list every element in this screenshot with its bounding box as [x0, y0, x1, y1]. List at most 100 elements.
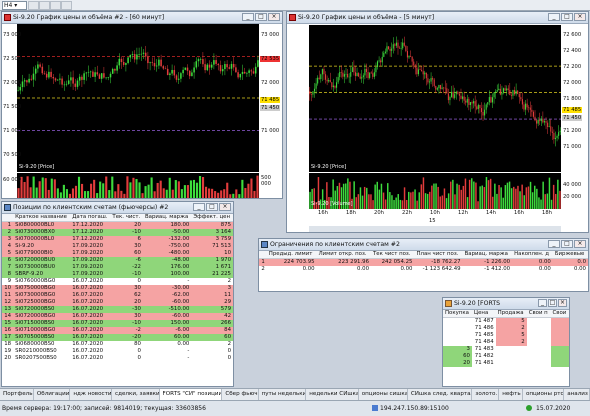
workspace-tab[interactable]: недельки СИшка — [306, 389, 359, 400]
table-row[interactable]: 3 71 483 — [443, 346, 569, 353]
table-row[interactable]: 60 71 482 — [443, 353, 569, 360]
maximize-button[interactable]: □ — [561, 13, 573, 21]
table-row[interactable]: 4 Si-9.20 17.09.2020 30 -750.00 71 513 — [2, 243, 233, 250]
workspace-tab[interactable]: Облигации — [34, 389, 71, 400]
chart-window-5min[interactable]: Si-9.20 График цены и объёма - [5 минут]… — [286, 11, 589, 233]
workspace-tab[interactable]: СИшка след. квартал — [408, 389, 473, 400]
maximize-button[interactable]: □ — [255, 13, 267, 21]
table-row[interactable]: 5 Si0779000BI0 17.09.2020 60 -480.00 10 — [2, 250, 233, 257]
table-row[interactable]: 20 SR0207500BS0 16.07.2020 0 - 0 — [2, 355, 233, 362]
limits-window[interactable]: Ограничения по клиентским счетам #2 _ □ … — [258, 238, 589, 292]
maximize-button[interactable]: □ — [548, 299, 557, 307]
table-row[interactable]: 7 Si0730000BU0 17.09.2020 -22 176.00 1 671 — [2, 264, 233, 271]
column-header[interactable]: Тек чист поз. — [371, 251, 415, 259]
table-row[interactable]: 3 Si0700000BL0 17.12.2020 6 -132.00 3 759 — [2, 236, 233, 243]
workspace-tab[interactable]: анализ — [564, 389, 590, 400]
table-row[interactable]: 1 Si0800000BL0 17.12.2020 20 180.00 875 — [2, 221, 233, 229]
table-row[interactable]: 11 Si0730000BG0 16.07.2020 62 -62.00 11 — [2, 292, 233, 299]
table-row[interactable]: 20 71 481 — [443, 360, 569, 367]
close-button[interactable]: × — [558, 299, 567, 307]
column-header[interactable]: Покупка — [443, 310, 472, 318]
maximize-button[interactable]: □ — [561, 240, 573, 248]
order-book-titlebar[interactable]: Si-9.20 [FORTS _ □ × — [443, 298, 569, 310]
workspace-tab[interactable]: золото. — [472, 389, 500, 400]
column-header[interactable]: Краткое название — [13, 214, 71, 222]
order-book-table[interactable]: Покупка Цена Продажа Свои п Свои 71 487 5… — [443, 310, 569, 367]
minimize-button[interactable]: _ — [538, 299, 547, 307]
chart2-scrollbar[interactable] — [309, 226, 561, 232]
table-row[interactable]: 71 486 2 — [443, 325, 569, 332]
table-row[interactable]: 2 0.00 0.00 0.00 -1 123 642.49 -1 412.00 0.00 0… — [259, 266, 588, 273]
table-row[interactable]: 9 Si0760000BG0 16.07.2020 0 - 2 — [2, 278, 233, 285]
column-header[interactable]: Биржевые — [552, 251, 588, 259]
table-row[interactable]: 10 Si0750000BG0 16.07.2020 30 -30.00 3 — [2, 285, 233, 292]
table-row[interactable]: 6 Si0720000BU0 17.09.2020 -6 -48.00 1 970 — [2, 257, 233, 264]
chart1-titlebar[interactable]: Si-9.20 График цены и объёма #2 - [60 ми… — [2, 12, 282, 24]
toolbar-button-3[interactable] — [50, 1, 61, 10]
column-header[interactable]: Вариац. маржа — [142, 214, 192, 222]
table-row[interactable]: 19 SR0210000BS0 16.07.2020 0 - 0 — [2, 348, 233, 355]
table-row[interactable]: 14 Si0720000BG0 16.07.2020 30 -60.00 42 — [2, 313, 233, 320]
table-row[interactable]: 13 Si0720000BS0 16.07.2020 -30 -510.00 579 — [2, 306, 233, 313]
close-button[interactable]: × — [219, 203, 231, 211]
toolbar-button-2[interactable] — [39, 1, 50, 10]
minimize-button[interactable]: _ — [548, 13, 560, 21]
chart1-price-area[interactable]: Si-9.20 [Price] — [17, 24, 259, 172]
toolbar-button-4[interactable] — [61, 1, 72, 10]
table-row[interactable]: 71 484 2 — [443, 339, 569, 346]
chart1-volume-area[interactable] — [17, 173, 259, 198]
column-header[interactable]: Продажа — [495, 310, 527, 318]
table-row[interactable]: 2 Si0730000BX0 17.12.2020 -10 -50.00 3 164 — [2, 229, 233, 236]
close-button[interactable]: × — [574, 13, 586, 21]
workspace-tab[interactable]: опционы сишка — [359, 389, 408, 400]
column-header[interactable]: План чист поз. — [414, 251, 463, 259]
order-book-window[interactable]: Si-9.20 [FORTS _ □ × Покупка Цена Продаж… — [442, 297, 570, 387]
column-header[interactable]: Эффект. цен — [191, 214, 233, 222]
positions-window[interactable]: Позиции по клиентским счетам (фьючерсы) … — [1, 201, 234, 387]
column-header[interactable]: Накоплен. д — [512, 251, 553, 259]
minimize-button[interactable]: _ — [548, 240, 560, 248]
limits-table[interactable]: Предыд. лимит Лимит откр. поз. Тек чист … — [259, 251, 588, 273]
column-header[interactable]: Предыд. лимит — [266, 251, 317, 259]
table-row[interactable]: 18 Si0680000BS0 16.07.2020 80 0.00 2 — [2, 341, 233, 348]
workspace-tab[interactable]: путы недельки — [259, 389, 307, 400]
table-row[interactable]: 16 Si0710000BG0 16.07.2020 -2 -6.00 84 — [2, 327, 233, 334]
close-button[interactable]: × — [268, 13, 280, 21]
limits-titlebar[interactable]: Ограничения по клиентским счетам #2 _ □ … — [259, 239, 588, 251]
toolbar-button-1[interactable] — [28, 1, 39, 10]
table-row[interactable]: 1 224 703.95 223 291.96 242 054.25 -18 762.2… — [259, 258, 588, 266]
column-header[interactable]: Свои п — [526, 310, 551, 318]
workspace-tab[interactable]: ндж новости — [70, 389, 113, 400]
close-button[interactable]: × — [574, 240, 586, 248]
workspace-tab[interactable]: сделки, заявки — [112, 389, 160, 400]
positions-table[interactable]: Краткое название Дата погаш. Тек. чист. … — [2, 214, 233, 362]
chart2-titlebar[interactable]: Si-9.20 График цены и объёма - [5 минут]… — [287, 12, 588, 24]
maximize-button[interactable]: □ — [206, 203, 218, 211]
table-row[interactable]: 15 Si0715000BS0 16.07.2020 -10 150.00 266 — [2, 320, 233, 327]
table-row[interactable]: 8 SBRF-9.20 17.09.2020 -10 100.00 21 225 — [2, 271, 233, 278]
chart2-price-area[interactable]: Si-9.20 [Price] — [309, 25, 561, 172]
column-header[interactable]: Цена — [471, 310, 496, 318]
chart2-volume-area[interactable]: Si-9.20 [Volume] — [309, 173, 561, 209]
column-header[interactable]: Дата погаш. — [70, 214, 111, 222]
column-header[interactable] — [259, 251, 267, 259]
workspace-tab[interactable]: Портфель — [0, 389, 34, 400]
timeframe-select[interactable]: H4 ▾ — [2, 1, 27, 10]
workspace-tab[interactable]: Сбер фьюч — [222, 389, 259, 400]
table-row[interactable]: 12 Si0725000BG0 16.07.2020 20 -60.00 29 — [2, 299, 233, 306]
table-row[interactable]: 17 Si0705000BS0 16.07.2020 -20 60.00 60 — [2, 334, 233, 341]
column-header[interactable]: Тек. чист. — [110, 214, 143, 222]
minimize-button[interactable]: _ — [242, 13, 254, 21]
minimize-button[interactable]: _ — [193, 203, 205, 211]
column-header[interactable]: Вариац. маржа — [462, 251, 513, 259]
workspace-tab[interactable]: FORTS "СИ" позиции, — [159, 389, 223, 400]
positions-titlebar[interactable]: Позиции по клиентским счетам (фьючерсы) … — [2, 202, 233, 214]
chart-window-60min[interactable]: Si-9.20 График цены и объёма #2 - [60 ми… — [1, 11, 283, 199]
table-row[interactable]: 71 485 5 — [443, 332, 569, 339]
workspace-tab[interactable]: опционы ртс — [523, 389, 565, 400]
workspace-tab[interactable]: нефть — [499, 389, 523, 400]
column-header[interactable] — [2, 214, 14, 222]
table-row[interactable]: 71 487 5 — [443, 317, 569, 325]
column-header[interactable]: Свои — [550, 310, 569, 318]
column-header[interactable]: Лимит откр. поз. — [316, 251, 372, 259]
